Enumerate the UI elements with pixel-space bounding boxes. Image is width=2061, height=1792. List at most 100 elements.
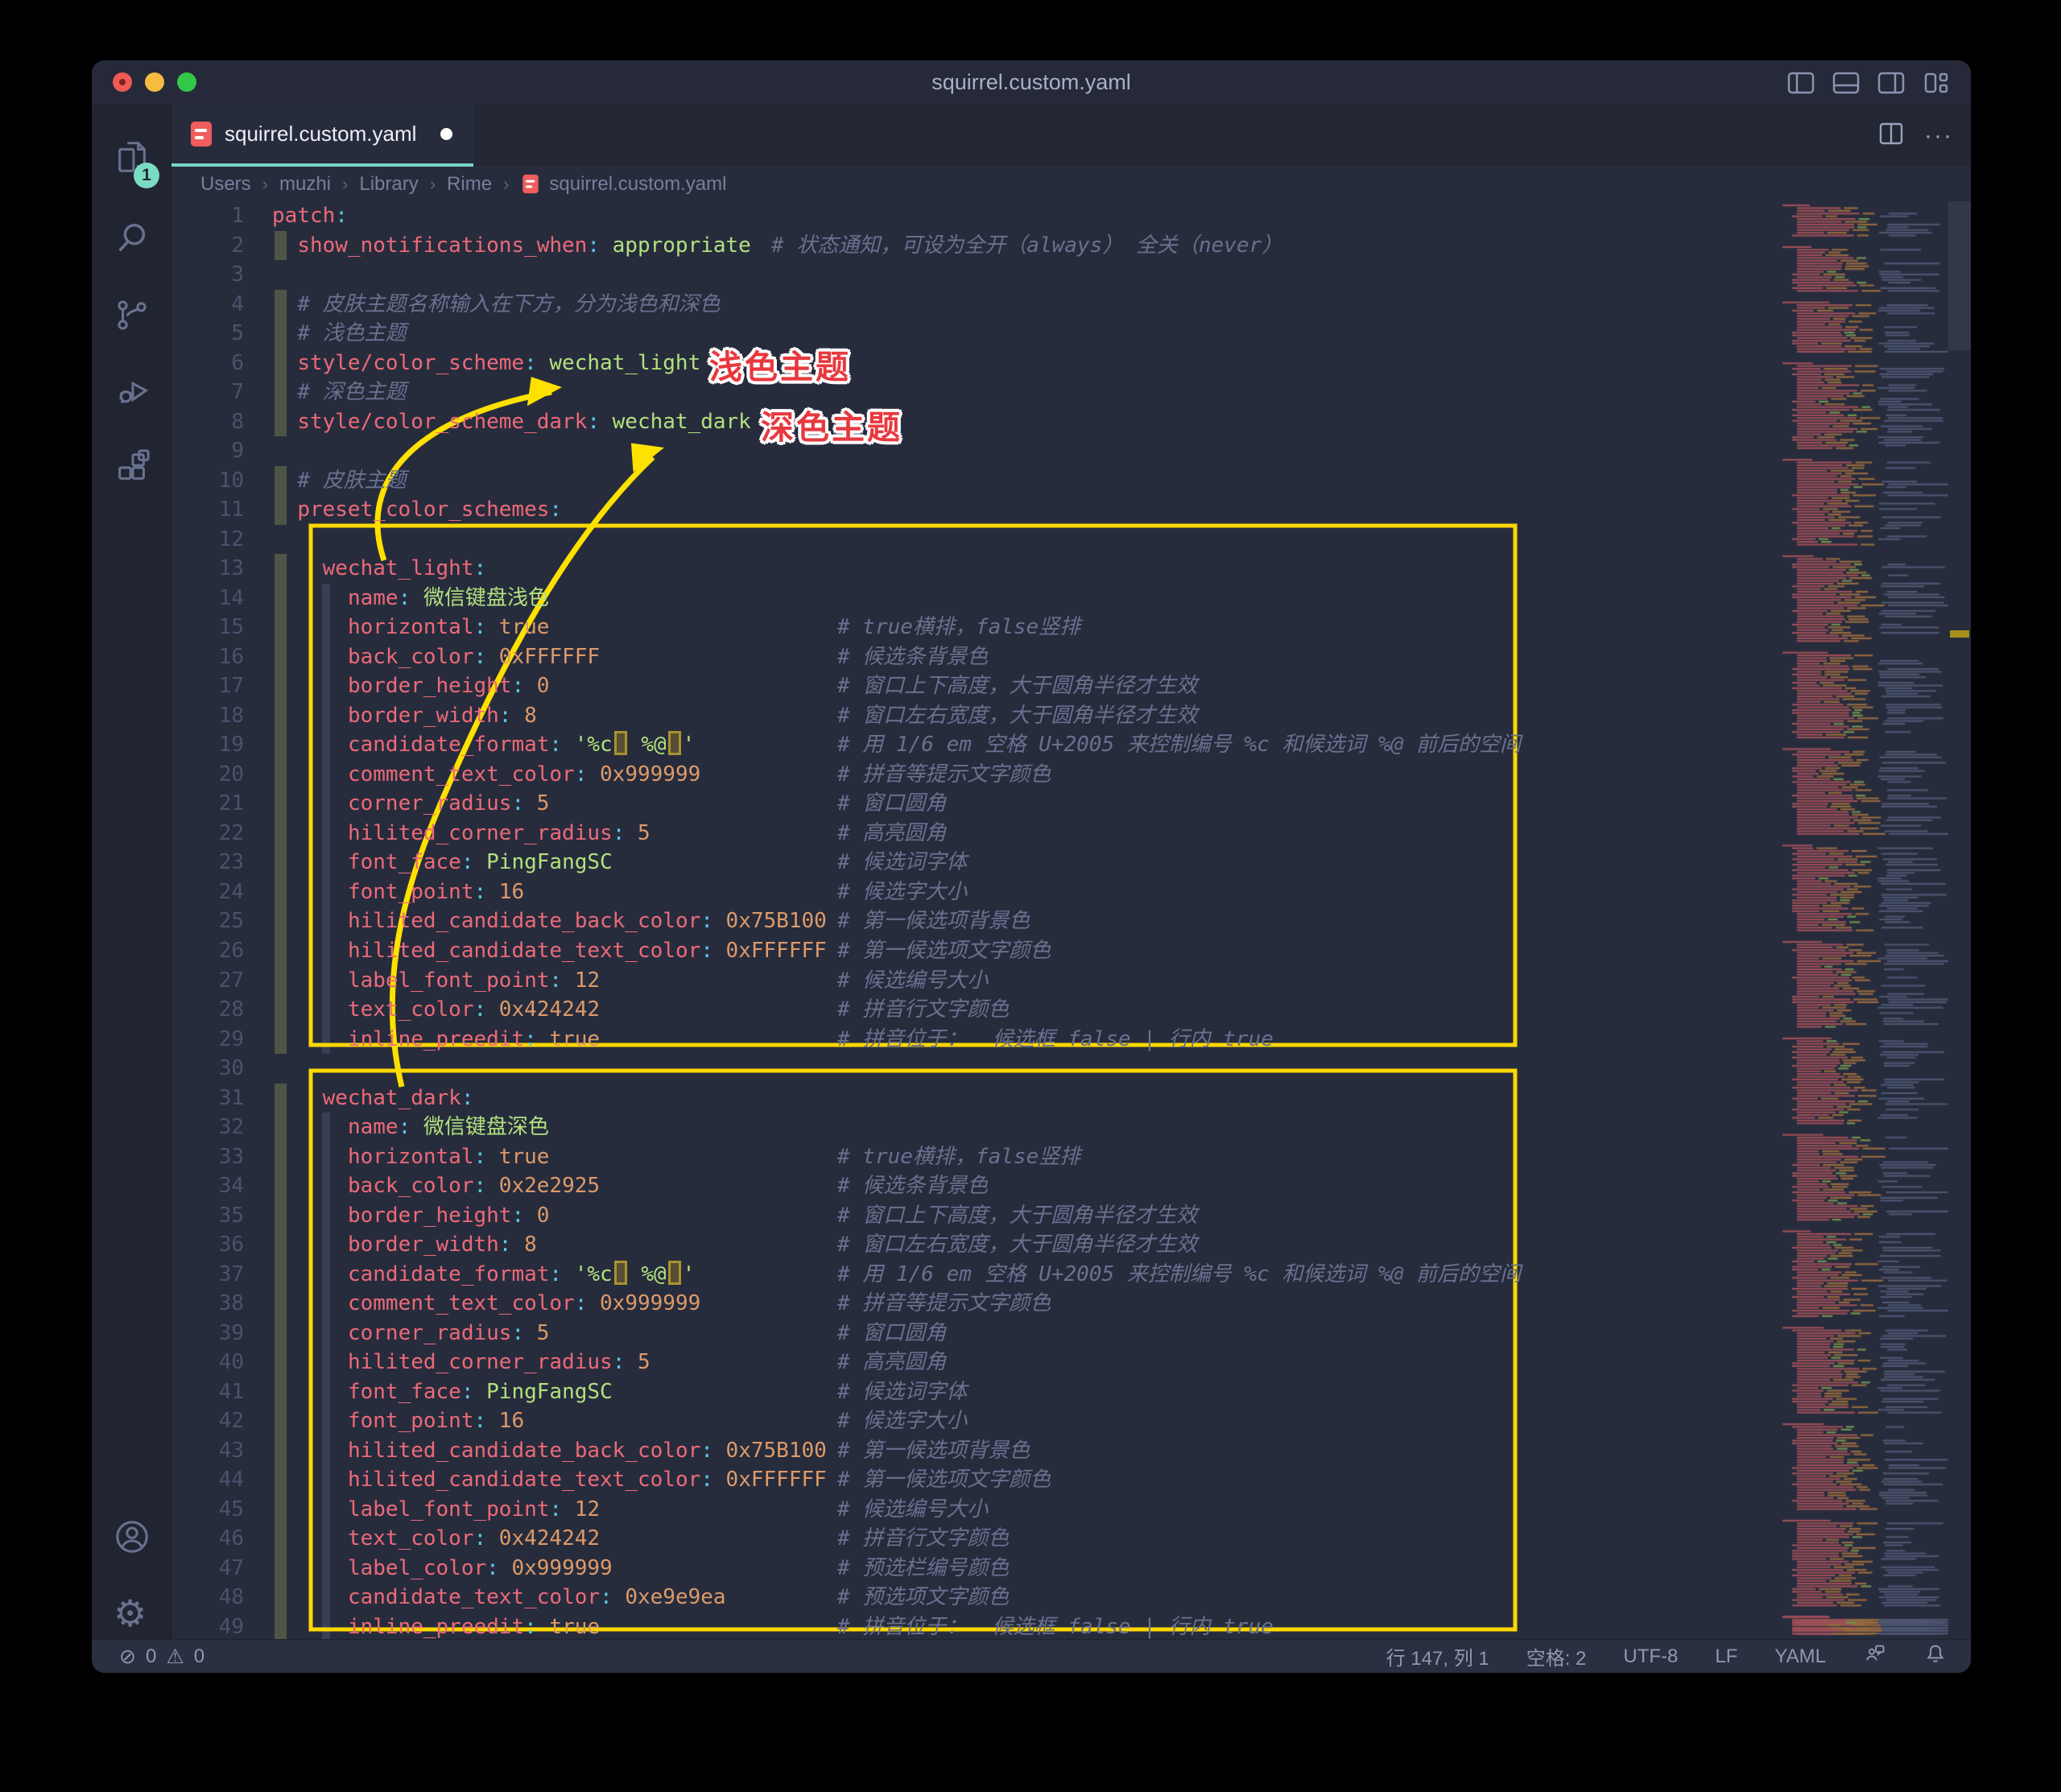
code-line[interactable]: 34back_color: 0x2e2925# 候选条背景色 [171, 1171, 1971, 1201]
inline-comment: # 候选词字体 [837, 1377, 967, 1407]
feedback-icon[interactable] [1863, 1642, 1887, 1670]
code-line[interactable]: 7# 深色主题 [171, 378, 1971, 407]
code-line[interactable]: 16back_color: 0xFFFFFF# 候选条背景色 [171, 642, 1971, 672]
code-line[interactable]: 38comment_text_color: 0x999999# 拼音等提示文字颜… [171, 1289, 1971, 1319]
yaml-file-icon [523, 175, 539, 193]
code-line[interactable]: 3 [171, 260, 1971, 290]
line-number: 31 [180, 1084, 244, 1113]
code-line[interactable]: 48candidate_text_color: 0xe9e9ea# 预选项文字颜… [171, 1583, 1971, 1612]
code-line[interactable]: 22hilited_corner_radius: 5# 高亮圆角 [171, 819, 1971, 849]
warnings-count[interactable]: 0 [194, 1645, 204, 1668]
breadcrumb[interactable]: Users› muzhi› Library› Rime› squirrel.cu… [171, 167, 1971, 201]
code-line[interactable]: 21corner_radius: 5# 窗口圆角 [171, 789, 1971, 819]
line-number: 6 [180, 349, 244, 378]
code-line[interactable]: 9 [171, 436, 1971, 466]
line-number: 3 [180, 260, 244, 290]
split-editor-icon[interactable] [1879, 122, 1903, 149]
breadcrumb-item[interactable]: Users [200, 173, 251, 196]
language-mode[interactable]: YAML [1774, 1645, 1826, 1668]
code-line[interactable]: 33horizontal: true# true横排，false竖排 [171, 1142, 1971, 1172]
code-line[interactable]: 45label_font_point: 12# 候选编号大小 [171, 1495, 1971, 1525]
code-line[interactable]: 8style/color_scheme_dark: wechat_dark [171, 407, 1971, 437]
account-icon[interactable] [114, 1518, 151, 1555]
code-line[interactable]: 43hilited_candidate_back_color: 0x75B100… [171, 1436, 1971, 1466]
code-line[interactable]: 47label_color: 0x999999# 预选栏编号颜色 [171, 1554, 1971, 1583]
cursor-position[interactable]: 行 147, 列 1 [1386, 1642, 1489, 1670]
code-line[interactable]: 41font_face: PingFangSC# 候选词字体 [171, 1377, 1971, 1407]
code-line[interactable]: 12 [171, 525, 1971, 555]
errors-count[interactable]: 0 [146, 1645, 156, 1668]
code-line[interactable]: 27label_font_point: 12# 候选编号大小 [171, 966, 1971, 996]
inline-comment: # 第一候选项背景色 [837, 1436, 1030, 1466]
warnings-icon[interactable]: ⚠ [166, 1645, 184, 1669]
inline-comment: # 第一候选项文字颜色 [837, 1465, 1051, 1495]
code-line[interactable]: 31wechat_dark: [171, 1084, 1971, 1113]
code-line[interactable]: 6style/color_scheme: wechat_light [171, 349, 1971, 378]
toggle-secondary-sidebar-icon[interactable] [1877, 71, 1905, 95]
breadcrumb-item[interactable]: Rime [447, 173, 492, 196]
code-line[interactable]: 35border_height: 0# 窗口上下高度，大于圆角半径才生效 [171, 1201, 1971, 1231]
code-line[interactable]: 46text_color: 0x424242# 拼音行文字颜色 [171, 1524, 1971, 1554]
code-line[interactable]: 13wechat_light: [171, 554, 1971, 584]
more-actions-icon[interactable]: ··· [1924, 122, 1953, 150]
source-control-icon[interactable] [114, 296, 151, 333]
breadcrumb-item[interactable]: muzhi [279, 173, 331, 196]
inline-comment: # 候选词字体 [837, 848, 967, 877]
indentation[interactable]: 空格: 2 [1526, 1642, 1587, 1670]
code-line[interactable]: 5# 浅色主题 [171, 319, 1971, 349]
toggle-panel-icon[interactable] [1832, 71, 1860, 95]
code-line[interactable]: 26hilited_candidate_text_color: 0xFFFFFF… [171, 936, 1971, 966]
errors-icon[interactable]: ⊘ [119, 1645, 136, 1669]
inline-comment: # 拼音行文字颜色 [837, 995, 1009, 1025]
line-number: 14 [180, 584, 244, 613]
code-line[interactable]: 24font_point: 16# 候选字大小 [171, 877, 1971, 907]
inline-comment: # 拼音位于： 候选框 false | 行内 true [837, 1612, 1274, 1639]
code-line[interactable]: 1patch: [171, 201, 1971, 231]
breadcrumb-item-file[interactable]: squirrel.custom.yaml [549, 173, 726, 196]
code-line[interactable]: 18border_width: 8# 窗口左右宽度，大于圆角半径才生效 [171, 701, 1971, 731]
modified-dot-icon[interactable] [440, 128, 452, 140]
code-line[interactable]: 23font_face: PingFangSC# 候选词字体 [171, 848, 1971, 877]
code-line[interactable]: 37candidate_format: '%c %@'# 用 1/6 em 空格… [171, 1260, 1971, 1290]
code-line[interactable]: 39corner_radius: 5# 窗口圆角 [171, 1319, 1971, 1348]
code-line[interactable]: 15horizontal: true# true横排，false竖排 [171, 613, 1971, 642]
code-line[interactable]: 40hilited_corner_radius: 5# 高亮圆角 [171, 1348, 1971, 1377]
encoding[interactable]: UTF-8 [1623, 1645, 1678, 1668]
line-number: 27 [180, 966, 244, 996]
customize-layout-icon[interactable] [1923, 71, 1950, 95]
line-number: 39 [180, 1319, 244, 1348]
extensions-icon[interactable] [114, 448, 151, 485]
line-number: 8 [180, 407, 244, 437]
code-line[interactable]: 25hilited_candidate_back_color: 0x75B100… [171, 906, 1971, 936]
search-icon[interactable] [114, 219, 151, 256]
eol-type[interactable]: LF [1715, 1645, 1737, 1668]
code-line[interactable]: 30 [171, 1054, 1971, 1084]
breadcrumb-item[interactable]: Library [359, 173, 418, 196]
tab-bar: squirrel.custom.yaml ··· [171, 105, 1971, 167]
code-line[interactable]: 20comment_text_color: 0x999999# 拼音等提示文字颜… [171, 760, 1971, 790]
code-line[interactable]: 49inline_preedit: true# 拼音位于： 候选框 false … [171, 1612, 1971, 1639]
code-line[interactable]: 28text_color: 0x424242# 拼音行文字颜色 [171, 995, 1971, 1025]
code-line[interactable]: 32name: 微信键盘深色 [171, 1113, 1971, 1142]
code-line[interactable]: 14name: 微信键盘浅色 [171, 584, 1971, 613]
inline-comment: # 候选字大小 [837, 877, 967, 907]
code-line[interactable]: 10# 皮肤主题 [171, 466, 1971, 496]
toggle-sidebar-icon[interactable] [1787, 71, 1815, 95]
code-line[interactable]: 44hilited_candidate_text_color: 0xFFFFFF… [171, 1465, 1971, 1495]
line-number: 25 [180, 906, 244, 936]
code-line[interactable]: 29inline_preedit: true# 拼音位于： 候选框 false … [171, 1025, 1971, 1055]
line-number: 26 [180, 936, 244, 966]
code-line[interactable]: 42font_point: 16# 候选字大小 [171, 1406, 1971, 1436]
code-editor[interactable]: 浅色主题 深色主题 1patch:2show_notifications_whe… [171, 201, 1971, 1639]
run-debug-icon[interactable] [114, 372, 151, 409]
settings-gear-icon[interactable]: ⚙ [114, 1595, 151, 1632]
code-line[interactable]: 36border_width: 8# 窗口左右宽度，大于圆角半径才生效 [171, 1230, 1971, 1260]
notifications-bell-icon[interactable] [1924, 1642, 1947, 1670]
tab-squirrel-custom-yaml[interactable]: squirrel.custom.yaml [171, 105, 473, 167]
code-line[interactable]: 2show_notifications_when: appropriate# 状… [171, 231, 1971, 261]
code-line[interactable]: 4# 皮肤主题名称输入在下方，分为浅色和深色 [171, 290, 1971, 320]
code-line[interactable]: 19candidate_format: '%c %@'# 用 1/6 em 空格… [171, 730, 1971, 760]
code-line[interactable]: 11preset_color_schemes: [171, 495, 1971, 525]
code-line[interactable]: 17border_height: 0# 窗口上下高度，大于圆角半径才生效 [171, 671, 1971, 701]
inline-comment: # 高亮圆角 [837, 1348, 946, 1377]
